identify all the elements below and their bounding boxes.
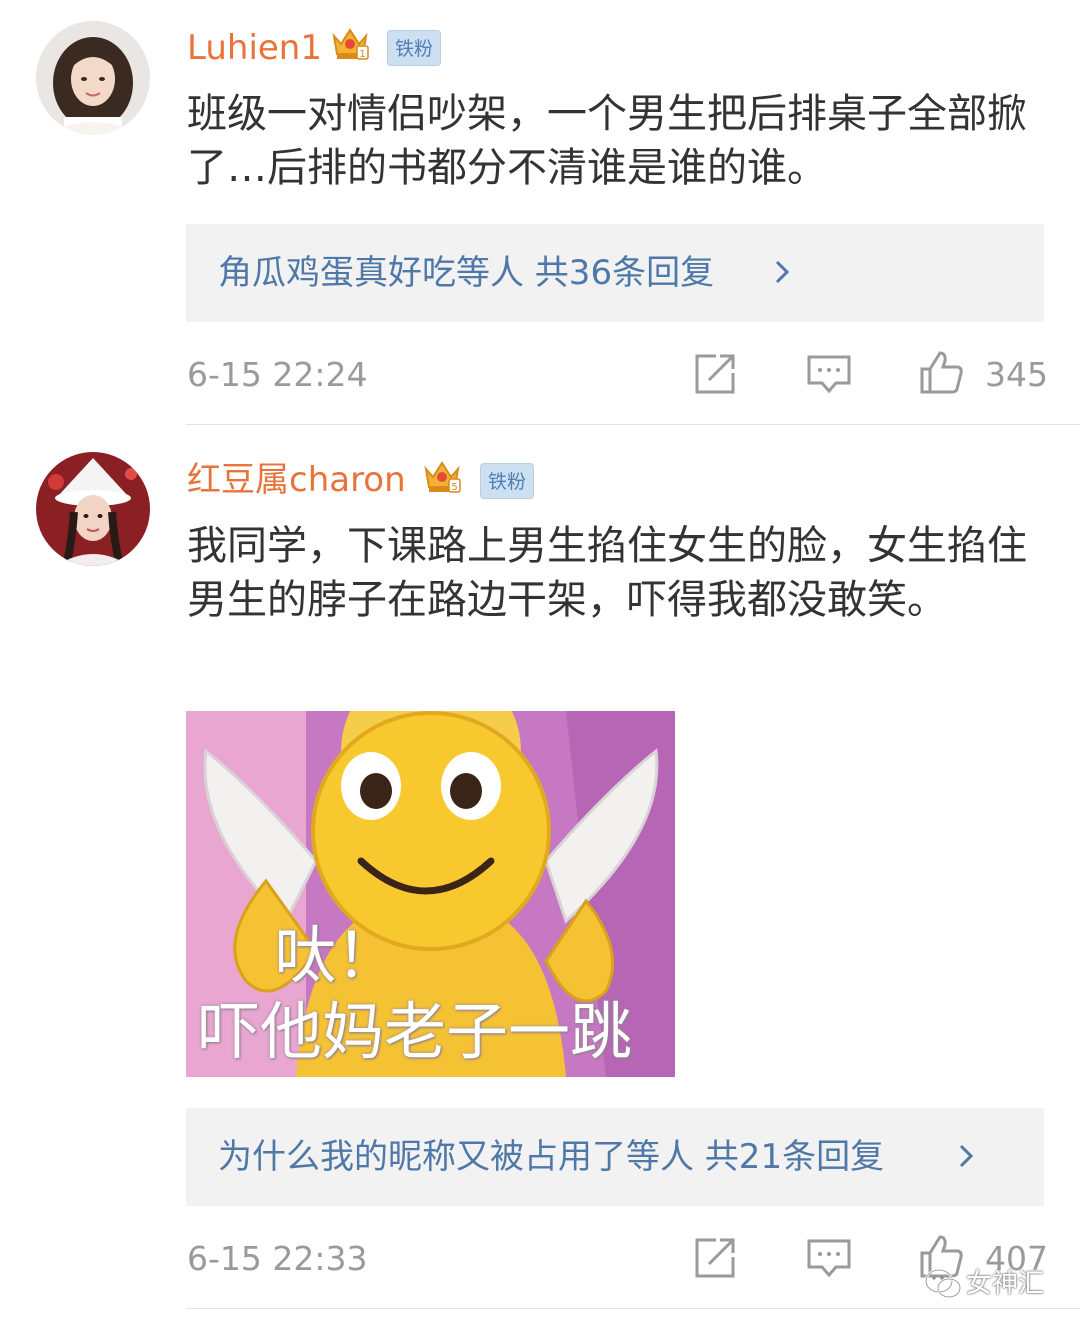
- chevron-right-icon: [959, 1144, 974, 1168]
- avatar[interactable]: [36, 21, 150, 135]
- share-icon[interactable]: [692, 1235, 738, 1281]
- comment-text: 我同学，下课路上男生掐住女生的脸，女生掐住男生的脖子在路边干架，吓得我都没敢笑。: [187, 523, 1027, 623]
- fan-badge: 铁粉: [387, 30, 441, 66]
- timestamp: 6-15 22:24: [187, 355, 368, 394]
- wechat-icon: [924, 1268, 962, 1299]
- reply-summary[interactable]: 角瓜鸡蛋真好吃等人 共36条回复: [186, 224, 1044, 322]
- watermark-text: 女神汇: [966, 1269, 1045, 1299]
- comment-text: 班级一对情侣吵架，一个男生把后排桌子全部掀了…后排的书都分不清谁是谁的谁。: [187, 91, 1027, 191]
- reply-summary-text: 角瓜鸡蛋真好吃等人 共36条回复: [218, 253, 715, 293]
- crown-badge-icon: 1: [332, 28, 369, 60]
- username[interactable]: 红豆属charon: [187, 460, 406, 500]
- chevron-right-icon: [775, 260, 790, 284]
- divider: [186, 424, 1080, 425]
- like-icon[interactable]: [918, 349, 964, 395]
- crown-badge-icon: 5: [424, 461, 461, 493]
- crown-level: 1: [359, 49, 365, 60]
- divider: [186, 1308, 1080, 1309]
- sticker-image[interactable]: 呔！ 吓他妈老子一跳: [186, 711, 675, 1077]
- share-icon[interactable]: [692, 351, 738, 397]
- like-count: 345: [985, 355, 1048, 394]
- reply-summary-text: 为什么我的昵称又被占用了等人 共21条回复: [218, 1137, 885, 1177]
- username[interactable]: Luhien1: [187, 28, 322, 68]
- fan-badge: 铁粉: [480, 463, 534, 499]
- timestamp: 6-15 22:33: [187, 1239, 368, 1278]
- comment-icon[interactable]: [806, 1235, 852, 1281]
- sticker-caption: 吓他妈老子一跳: [198, 995, 633, 1068]
- crown-level: 5: [451, 482, 457, 493]
- reply-summary[interactable]: 为什么我的昵称又被占用了等人 共21条回复: [186, 1108, 1044, 1206]
- sticker-caption: 呔！: [274, 919, 399, 992]
- comment-icon[interactable]: [806, 351, 852, 397]
- avatar[interactable]: [36, 452, 150, 566]
- comment-item: Luhien1 1 铁粉 班级一对情侣吵架，一个男生把后排桌子全部掀了…后排的书…: [0, 0, 1080, 425]
